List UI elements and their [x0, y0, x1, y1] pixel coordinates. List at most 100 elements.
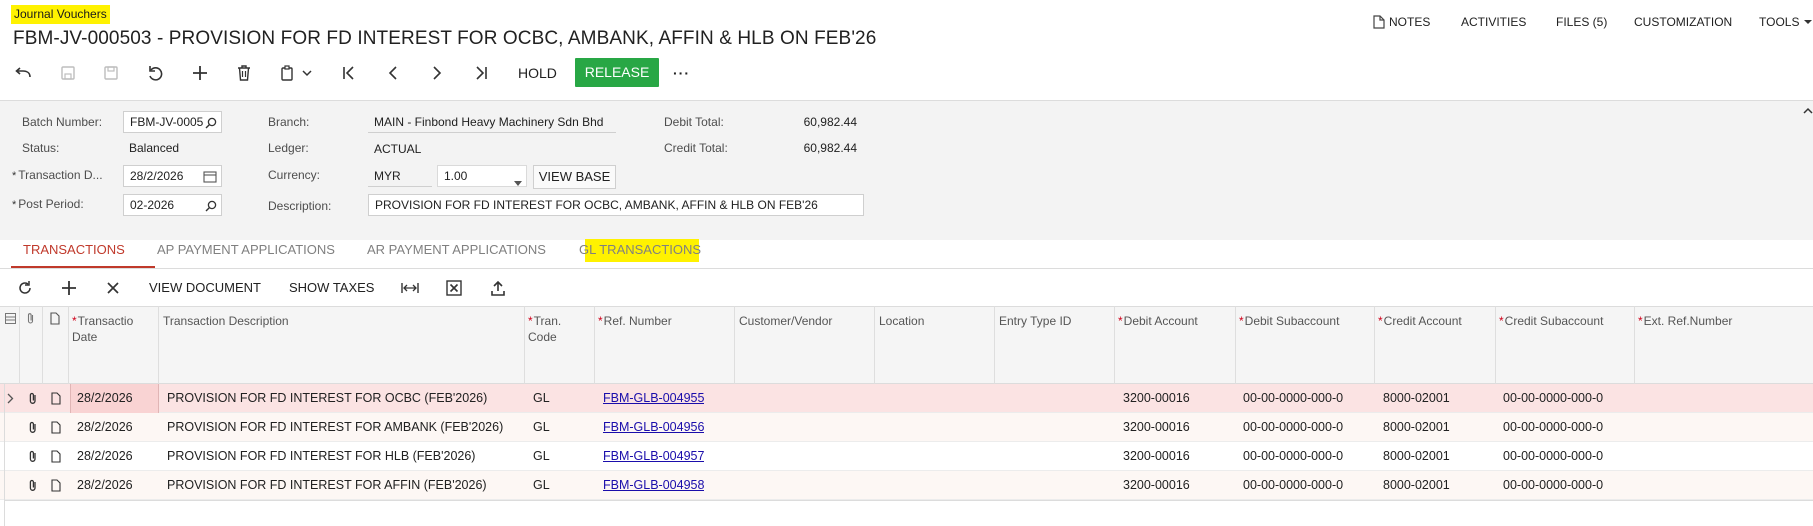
cell-ref-number-link[interactable]: FBM-GLB-004955 — [603, 384, 704, 413]
cell-tran-code[interactable]: GL — [533, 384, 550, 413]
tab-ar-payment-applications[interactable]: AR PAYMENT APPLICATIONS — [367, 242, 546, 257]
add-row-icon[interactable] — [57, 276, 81, 300]
cell-credit-subaccount[interactable]: 00-00-0000-000-0 — [1503, 384, 1603, 413]
tools-button[interactable]: TOOLS — [1759, 15, 1813, 29]
table-row[interactable]: 28/2/2026 PROVISION FOR FD INTEREST FOR … — [0, 471, 1813, 500]
first-record-icon[interactable] — [336, 60, 362, 86]
table-row[interactable]: 28/2/2026 PROVISION FOR FD INTEREST FOR … — [0, 442, 1813, 471]
post-period-field[interactable]: 02-2026 — [123, 194, 222, 216]
column-header-location[interactable]: Location — [879, 313, 924, 329]
table-row[interactable]: 28/2/2026 PROVISION FOR FD INTEREST FOR … — [0, 413, 1813, 442]
show-taxes-button[interactable]: SHOW TAXES — [289, 276, 374, 300]
cell-credit-account[interactable]: 8000-02001 — [1383, 413, 1450, 442]
delete-row-icon[interactable] — [101, 276, 125, 300]
cell-debit-subaccount[interactable]: 00-00-0000-000-0 — [1243, 384, 1343, 413]
add-icon[interactable] — [187, 60, 213, 86]
release-button[interactable]: RELEASE — [575, 58, 659, 87]
cell-credit-subaccount[interactable]: 00-00-0000-000-0 — [1503, 471, 1603, 500]
ledger-field[interactable]: ACTUAL — [368, 138, 616, 160]
more-actions-button[interactable]: ··· — [673, 60, 690, 86]
cell-ref-number-link[interactable]: FBM-GLB-004957 — [603, 442, 704, 471]
paperclip-icon[interactable] — [28, 421, 38, 437]
cell-tran-code[interactable]: GL — [533, 413, 550, 442]
cell-date[interactable]: 28/2/2026 — [77, 384, 157, 413]
note-icon[interactable] — [51, 421, 61, 437]
delete-icon[interactable] — [231, 60, 257, 86]
column-header-transaction-description[interactable]: Transaction Description — [163, 313, 289, 329]
cell-description[interactable]: PROVISION FOR FD INTEREST FOR OCBC (FEB'… — [167, 384, 519, 413]
column-header-ref-number[interactable]: *Ref. Number — [598, 313, 672, 329]
cell-debit-subaccount[interactable]: 00-00-0000-000-0 — [1243, 442, 1343, 471]
cell-debit-subaccount[interactable]: 00-00-0000-000-0 — [1243, 413, 1343, 442]
cell-credit-account[interactable]: 8000-02001 — [1383, 471, 1450, 500]
batch-number-field[interactable]: FBM-JV-000503 — [123, 111, 222, 133]
row-expand-icon[interactable] — [7, 393, 14, 407]
row-selector-header-icon[interactable] — [5, 313, 16, 327]
last-record-icon[interactable] — [468, 60, 494, 86]
note-icon[interactable] — [51, 450, 61, 466]
view-base-button[interactable]: VIEW BASE — [533, 165, 616, 189]
customization-button[interactable]: CUSTOMIZATION — [1634, 15, 1732, 29]
back-icon[interactable] — [10, 60, 36, 86]
tab-transactions[interactable]: TRANSACTIONS — [23, 242, 125, 257]
column-header-customer-vendor[interactable]: Customer/Vendor — [739, 313, 832, 329]
files-button[interactable]: FILES (5) — [1556, 15, 1607, 29]
cell-credit-subaccount[interactable]: 00-00-0000-000-0 — [1503, 442, 1603, 471]
paperclip-icon[interactable] — [28, 392, 38, 408]
cell-credit-subaccount[interactable]: 00-00-0000-000-0 — [1503, 413, 1603, 442]
currency-rate-select[interactable]: 1.00 — [437, 165, 527, 187]
column-header-transaction-date[interactable]: *Transactio Date — [72, 313, 156, 345]
cell-tran-code[interactable]: GL — [533, 471, 550, 500]
refresh-icon[interactable] — [13, 276, 37, 300]
collapse-panel-icon[interactable] — [1803, 104, 1813, 118]
paperclip-icon[interactable] — [28, 450, 38, 466]
cell-debit-account[interactable]: 3200-00016 — [1123, 384, 1190, 413]
branch-field[interactable]: MAIN - Finbond Heavy Machinery Sdn Bhd — [368, 111, 616, 133]
undo-icon[interactable] — [143, 60, 169, 86]
cell-debit-account[interactable]: 3200-00016 — [1123, 471, 1190, 500]
cell-ref-number-link[interactable]: FBM-GLB-004956 — [603, 413, 704, 442]
hold-button[interactable]: HOLD — [518, 60, 557, 86]
cell-description[interactable]: PROVISION FOR FD INTEREST FOR HLB (FEB'2… — [167, 442, 519, 471]
cell-debit-account[interactable]: 3200-00016 — [1123, 442, 1190, 471]
cell-debit-account[interactable]: 3200-00016 — [1123, 413, 1190, 442]
cell-tran-code[interactable]: GL — [533, 442, 550, 471]
note-icon[interactable] — [51, 479, 61, 495]
cell-date[interactable]: 28/2/2026 — [77, 442, 157, 471]
calendar-icon[interactable] — [203, 169, 217, 186]
cell-credit-account[interactable]: 8000-02001 — [1383, 384, 1450, 413]
cell-credit-account[interactable]: 8000-02001 — [1383, 442, 1450, 471]
table-row[interactable]: 28/2/2026 PROVISION FOR FD INTEREST FOR … — [0, 384, 1813, 413]
tab-gl-transactions[interactable]: GL TRANSACTIONS — [579, 242, 701, 257]
cell-description[interactable]: PROVISION FOR FD INTEREST FOR AMBANK (FE… — [167, 413, 512, 442]
view-document-button[interactable]: VIEW DOCUMENT — [149, 276, 261, 300]
save-icon[interactable] — [98, 60, 124, 86]
tab-ap-payment-applications[interactable]: AP PAYMENT APPLICATIONS — [157, 242, 335, 257]
search-icon[interactable] — [203, 115, 217, 132]
description-field[interactable]: PROVISION FOR FD INTEREST FOR OCBC, AMBA… — [368, 194, 864, 216]
column-header-credit-subaccount[interactable]: *Credit Subaccount — [1499, 313, 1603, 329]
paperclip-icon[interactable] — [28, 479, 38, 495]
cell-debit-subaccount[interactable]: 00-00-0000-000-0 — [1243, 471, 1343, 500]
note-icon[interactable] — [51, 392, 61, 408]
next-record-icon[interactable] — [424, 60, 450, 86]
notes-button[interactable]: NOTES — [1373, 15, 1430, 29]
save-close-icon[interactable] — [55, 60, 81, 86]
cell-ref-number-link[interactable]: FBM-GLB-004958 — [603, 471, 704, 500]
upload-icon[interactable] — [486, 276, 510, 300]
cell-date[interactable]: 28/2/2026 — [77, 413, 157, 442]
fit-columns-icon[interactable] — [398, 276, 422, 300]
previous-record-icon[interactable] — [380, 60, 406, 86]
column-header-ext-ref-number[interactable]: *Ext. Ref.Number — [1638, 313, 1732, 329]
column-header-debit-account[interactable]: *Debit Account — [1118, 313, 1198, 329]
currency-field[interactable]: MYR — [368, 165, 432, 187]
screen-label[interactable]: Journal Vouchers — [14, 7, 107, 21]
column-header-credit-account[interactable]: *Credit Account — [1378, 313, 1462, 329]
copy-paste-dropdown-icon[interactable] — [298, 60, 316, 86]
screen-label-highlight[interactable]: Journal Vouchers — [11, 5, 110, 24]
export-excel-icon[interactable] — [442, 276, 466, 300]
column-header-entry-type-id[interactable]: Entry Type ID — [999, 313, 1071, 329]
cell-date[interactable]: 28/2/2026 — [77, 471, 157, 500]
column-header-tran-code[interactable]: *Tran. Code — [528, 313, 561, 345]
cell-description[interactable]: PROVISION FOR FD INTEREST FOR AFFIN (FEB… — [167, 471, 519, 500]
